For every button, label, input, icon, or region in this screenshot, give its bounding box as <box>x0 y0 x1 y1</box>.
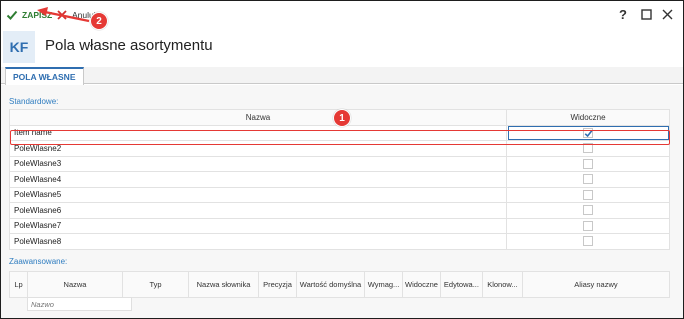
advanced-section-label: Zaawansowane: <box>9 257 68 266</box>
visible-checkbox[interactable] <box>583 205 593 216</box>
table-row[interactable]: PoleWlasne4 <box>9 171 670 188</box>
visible-cell <box>506 217 670 234</box>
visible-checkbox[interactable] <box>583 220 593 231</box>
visible-checkbox[interactable] <box>583 174 593 185</box>
standard-fields-table: Nazwa Widoczne Item name PoleWlasne2 PoleW… <box>9 109 670 250</box>
visible-checkbox[interactable] <box>583 127 593 138</box>
visible-checkbox[interactable] <box>583 236 593 247</box>
field-name-cell[interactable]: PoleWlasne2 <box>9 140 507 157</box>
page-title: Pola własne asortymentu <box>45 37 213 54</box>
x-icon <box>57 9 67 20</box>
maximize-icon[interactable] <box>638 6 654 22</box>
column-header[interactable]: Wartość domyślna <box>296 271 365 298</box>
column-header[interactable]: Wymag... <box>364 271 403 298</box>
visible-checkbox[interactable] <box>583 189 593 200</box>
visible-cell <box>506 186 670 203</box>
field-name-cell[interactable]: PoleWlasne7 <box>9 217 507 234</box>
table-header-row: Lp Nazwa Typ Nazwa słownika Precyzja Wartość … <box>9 271 671 298</box>
check-icon <box>6 10 18 20</box>
field-name-cell[interactable]: PoleWlasne4 <box>9 171 507 188</box>
tab-bar: POLA WŁASNE <box>1 67 683 85</box>
column-header[interactable]: Klonow... <box>481 271 523 298</box>
table-row[interactable]: PoleWlasne8 <box>9 233 670 250</box>
field-name-cell[interactable]: PoleWlasne6 <box>9 202 507 219</box>
column-header[interactable]: Widoczne <box>402 271 441 298</box>
visible-checkbox[interactable] <box>583 143 593 154</box>
column-header[interactable]: Aliasy nazwy <box>521 271 671 298</box>
advanced-fields-table: Lp Nazwa Typ Nazwa słownika Precyzja Wartość … <box>9 271 671 298</box>
table-row[interactable]: Item name <box>9 124 670 141</box>
table-row[interactable]: PoleWlasne5 <box>9 186 670 203</box>
field-name-cell[interactable]: PoleWlasne5 <box>9 186 507 203</box>
help-icon[interactable]: ? <box>615 6 631 22</box>
column-header[interactable]: Precyzja <box>258 271 297 298</box>
table-row[interactable]: PoleWlasne6 <box>9 202 670 219</box>
column-header[interactable]: Nazwa słownika <box>188 271 259 298</box>
column-header[interactable]: Typ <box>122 271 189 298</box>
visible-cell <box>506 171 670 188</box>
tab-pola-wlasne[interactable]: POLA WŁASNE <box>5 67 84 85</box>
field-name-cell[interactable]: PoleWlasne8 <box>9 233 507 250</box>
column-header[interactable]: Edytowa... <box>439 271 483 298</box>
table-row[interactable]: PoleWlasne3 <box>9 155 670 172</box>
visible-cell <box>506 140 670 157</box>
column-header-visible[interactable]: Widoczne <box>506 109 670 126</box>
visible-checkbox[interactable] <box>583 158 593 169</box>
window-frame: ZAPISZ Anuluj ? KF Pola własne asortymen… <box>0 0 684 319</box>
annotation-marker-2: 2 <box>90 12 108 30</box>
visible-cell <box>506 233 670 250</box>
module-badge: KF <box>3 31 35 63</box>
standard-section-label: Standardowe: <box>9 97 59 106</box>
visible-cell <box>506 202 670 219</box>
column-header-name[interactable]: Nazwa <box>9 109 507 126</box>
visible-cell <box>506 124 670 141</box>
table-row[interactable]: PoleWlasne2 <box>9 140 670 157</box>
annotation-marker-1: 1 <box>333 109 351 127</box>
field-name-cell[interactable]: PoleWlasne3 <box>9 155 507 172</box>
column-header[interactable]: Nazwa <box>27 271 123 298</box>
visible-cell <box>506 155 670 172</box>
table-row[interactable]: PoleWlasne7 <box>9 217 670 234</box>
name-filter-input[interactable] <box>27 297 132 311</box>
field-name-cell[interactable]: Item name <box>9 124 507 141</box>
close-icon[interactable] <box>659 6 675 22</box>
save-label: ZAPISZ <box>22 9 53 20</box>
column-header[interactable]: Lp <box>9 271 28 298</box>
save-button[interactable]: ZAPISZ <box>6 6 52 23</box>
